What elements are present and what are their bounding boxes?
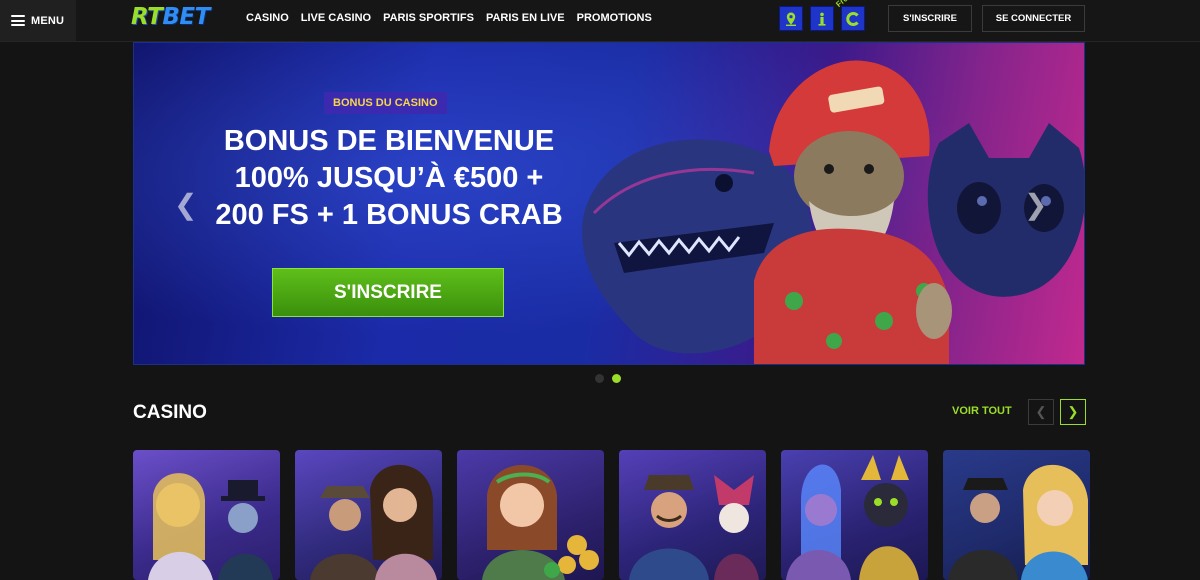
see-all-link[interactable]: VOIR TOUT [952, 405, 1012, 417]
game-thumbnail [629, 475, 759, 580]
games-next-button[interactable]: ❯ [1060, 399, 1086, 425]
game-tile-3[interactable] [457, 450, 604, 580]
nav-paris-sportifs[interactable]: PARIS SPORTIFS [383, 12, 474, 24]
game-tile-2[interactable] [295, 450, 442, 580]
carousel-dot-2[interactable] [612, 374, 621, 383]
nav-casino[interactable]: CASINO [246, 12, 289, 24]
free-spin-button[interactable] [841, 6, 865, 31]
info-button[interactable] [810, 6, 834, 31]
top-bar: MENU RTBET CASINO LIVE CASINO PARIS SPOR… [0, 0, 1200, 42]
logo[interactable]: RTBET [131, 4, 210, 34]
menu-label: MENU [31, 14, 65, 27]
game-thumbnail [482, 465, 599, 580]
hero-signup-button[interactable]: S'INSCRIRE [272, 268, 504, 317]
game-tile-1[interactable] [133, 450, 280, 580]
logo-rt: RT [131, 4, 163, 30]
chevron-left-icon: ❮ [1035, 404, 1047, 419]
hero-title: BONUS DE BIENVENUE 100% JUSQU’À €500 + 2… [194, 123, 584, 234]
location-icon [786, 12, 796, 26]
nav-paris-en-live[interactable]: PARIS EN LIVE [486, 12, 565, 24]
casino-games-list [133, 450, 1090, 580]
hero-title-line-3: 200 FS + 1 BONUS CRAB [215, 199, 563, 231]
chevron-right-icon: ❯ [1067, 404, 1079, 419]
signup-button[interactable]: S'INSCRIRE [888, 5, 972, 32]
nav-live-casino[interactable]: LIVE CASINO [301, 12, 371, 24]
menu-button[interactable]: MENU [0, 0, 76, 41]
hero-next-arrow[interactable]: ❯ [1024, 188, 1047, 221]
location-button[interactable] [779, 6, 803, 31]
pirate-character-illustration [754, 60, 952, 364]
hero-title-line-2: 100% JUSQU’À €500 + [234, 162, 544, 194]
game-thumbnail [786, 455, 919, 580]
game-thumbnail [310, 464, 437, 580]
hero-banner: ❮ ❯ BONUS DU CASINO BONUS DE BIENVENUE 1… [133, 42, 1085, 365]
casino-section-title: CASINO [133, 402, 207, 423]
game-tile-5[interactable] [781, 450, 928, 580]
hamburger-icon [11, 15, 25, 26]
game-thumbnail [948, 464, 1088, 580]
free-spin-icon [846, 11, 859, 26]
game-thumbnail [148, 473, 273, 580]
logo-bet: BET [162, 4, 210, 30]
game-tile-6[interactable] [943, 450, 1090, 580]
carousel-dot-1[interactable] [595, 374, 604, 383]
info-icon [818, 12, 826, 26]
game-tile-4[interactable] [619, 450, 766, 580]
games-prev-button[interactable]: ❮ [1028, 399, 1054, 425]
hero-title-line-1: BONUS DE BIENVENUE [223, 125, 555, 157]
main-nav: CASINO LIVE CASINO PARIS SPORTIFS PARIS … [246, 12, 652, 24]
login-button[interactable]: SE CONNECTER [982, 5, 1085, 32]
carousel-dots [595, 374, 621, 383]
nav-promotions[interactable]: PROMOTIONS [577, 12, 652, 24]
casino-bonus-badge: BONUS DU CASINO [324, 92, 447, 114]
